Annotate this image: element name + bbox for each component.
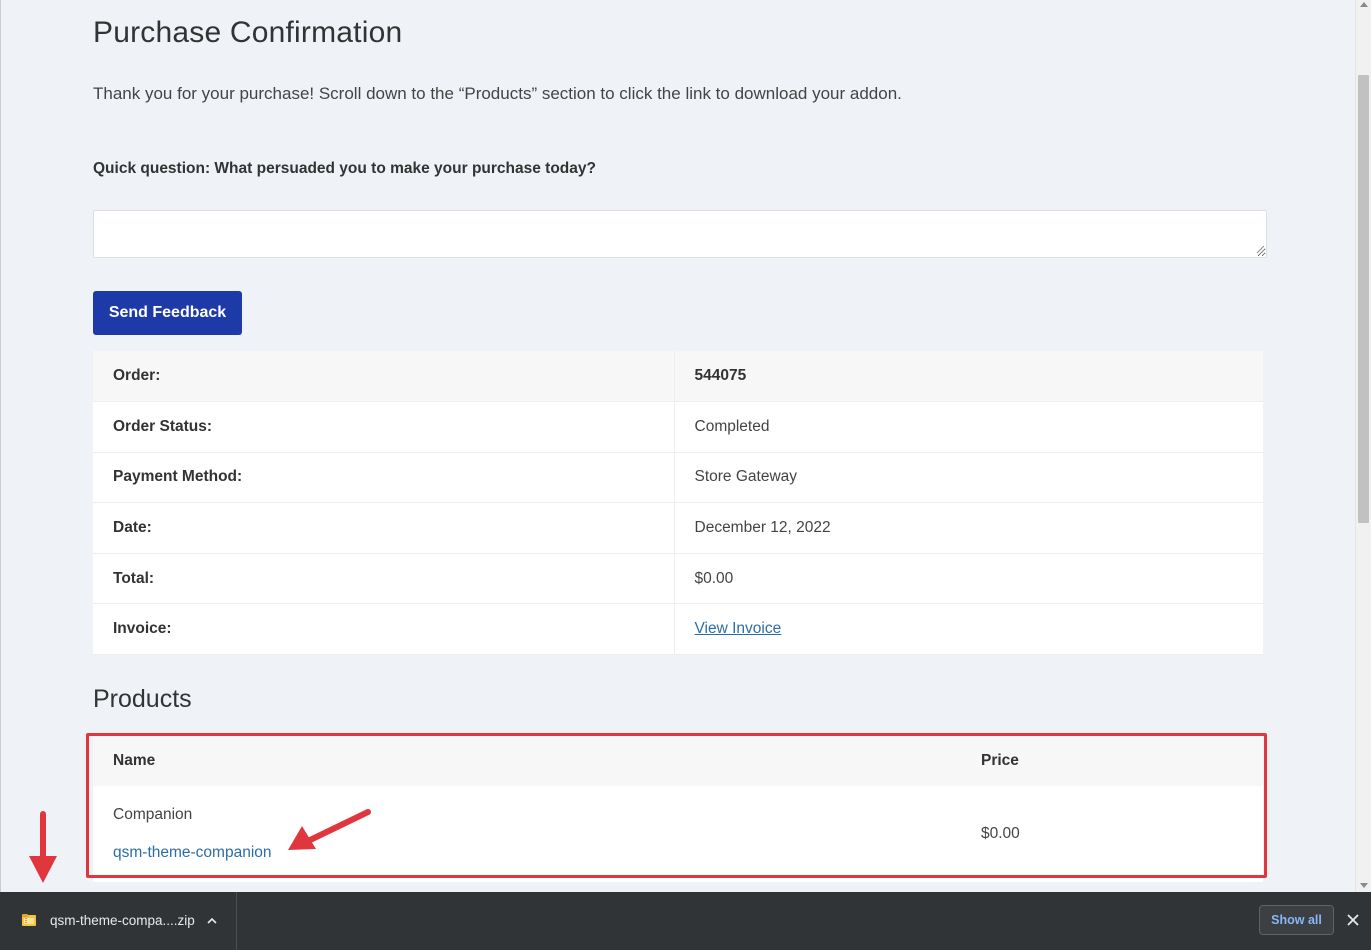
table-row: Payment Method: Store Gateway: [93, 452, 1263, 504]
show-all-button[interactable]: Show all: [1259, 905, 1334, 935]
product-name-cell: Companion qsm-theme-companion: [93, 786, 961, 882]
order-label: Order:: [93, 351, 675, 403]
order-status-label: Order Status:: [93, 401, 675, 453]
chevron-up-icon[interactable]: [205, 914, 219, 928]
date-label: Date:: [93, 502, 675, 554]
date-value: December 12, 2022: [674, 502, 1263, 554]
price-column-header: Price: [961, 736, 1263, 786]
order-status-value: Completed: [674, 401, 1263, 453]
download-item[interactable]: qsm-theme-compa....zip: [0, 892, 237, 950]
name-column-header: Name: [93, 736, 961, 786]
send-feedback-button[interactable]: Send Feedback: [93, 291, 242, 335]
feedback-question-label: Quick question: What persuaded you to ma…: [93, 160, 596, 177]
products-table: Name Price Companion qsm-theme-companion…: [93, 736, 1263, 882]
table-row: Companion qsm-theme-companion $0.00: [93, 786, 1263, 882]
product-name: Companion: [113, 806, 193, 823]
payment-method-label: Payment Method:: [93, 452, 675, 504]
order-number: 544075: [674, 351, 1263, 403]
table-row: Order: 544075: [93, 351, 1263, 403]
product-price: $0.00: [981, 825, 1020, 842]
order-details-table: Order: 544075 Order Status: Completed Pa…: [93, 351, 1263, 656]
download-filename: qsm-theme-compa....zip: [50, 913, 195, 928]
intro-text: Thank you for your purchase! Scroll down…: [93, 84, 902, 103]
products-heading: Products: [93, 685, 192, 713]
invoice-label: Invoice:: [93, 603, 675, 656]
vertical-scrollbar[interactable]: [1355, 0, 1371, 892]
table-row: Invoice: View Invoice: [93, 603, 1263, 656]
page-title: Purchase Confirmation: [93, 16, 403, 49]
close-icon[interactable]: [1346, 913, 1360, 927]
table-header-row: Name Price: [93, 736, 1263, 786]
table-row: Order Status: Completed: [93, 401, 1263, 453]
scroll-down-arrow-icon[interactable]: [1360, 883, 1368, 888]
feedback-textarea[interactable]: [93, 210, 1267, 258]
table-row: Date: December 12, 2022: [93, 502, 1263, 554]
scroll-up-arrow-icon[interactable]: [1360, 2, 1368, 7]
total-label: Total:: [93, 553, 675, 605]
total-value: $0.00: [674, 553, 1263, 605]
page-left-border: [0, 0, 1, 892]
payment-method-value: Store Gateway: [674, 452, 1263, 504]
invoice-cell: View Invoice: [674, 603, 1263, 656]
zip-file-icon: [22, 914, 36, 926]
scrollbar-thumb[interactable]: [1358, 75, 1369, 523]
annotation-down-arrow-icon: [29, 811, 57, 883]
table-row: Total: $0.00: [93, 553, 1263, 605]
download-bar: qsm-theme-compa....zip Show all: [0, 892, 1371, 950]
product-download-link[interactable]: qsm-theme-companion: [113, 844, 272, 861]
view-invoice-link[interactable]: View Invoice: [695, 620, 782, 637]
